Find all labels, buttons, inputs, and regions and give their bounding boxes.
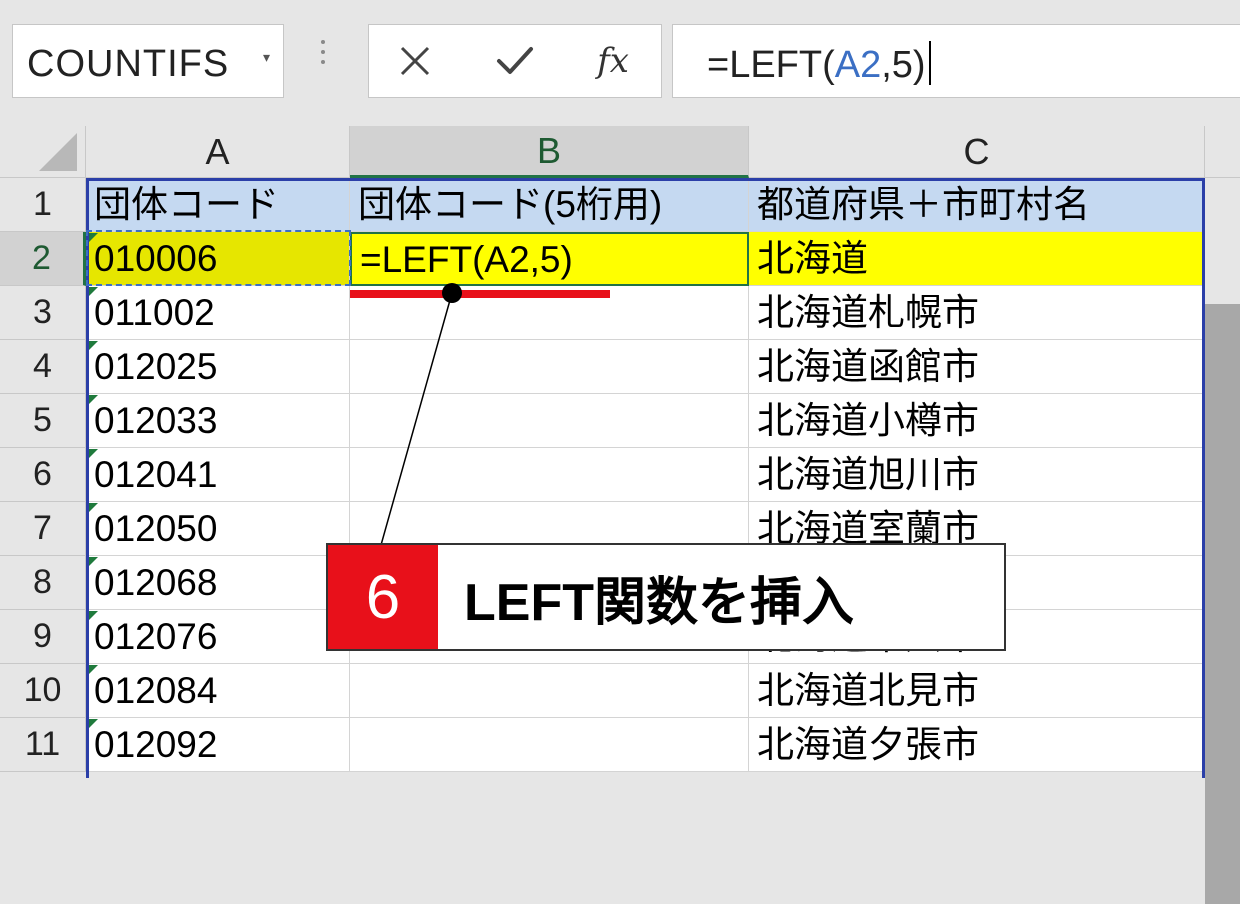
step-number-badge: 6 xyxy=(328,545,438,649)
step-callout: 6 LEFT関数を挿入 xyxy=(326,543,1006,651)
step-callout-text: LEFT関数を挿入 xyxy=(464,573,854,632)
